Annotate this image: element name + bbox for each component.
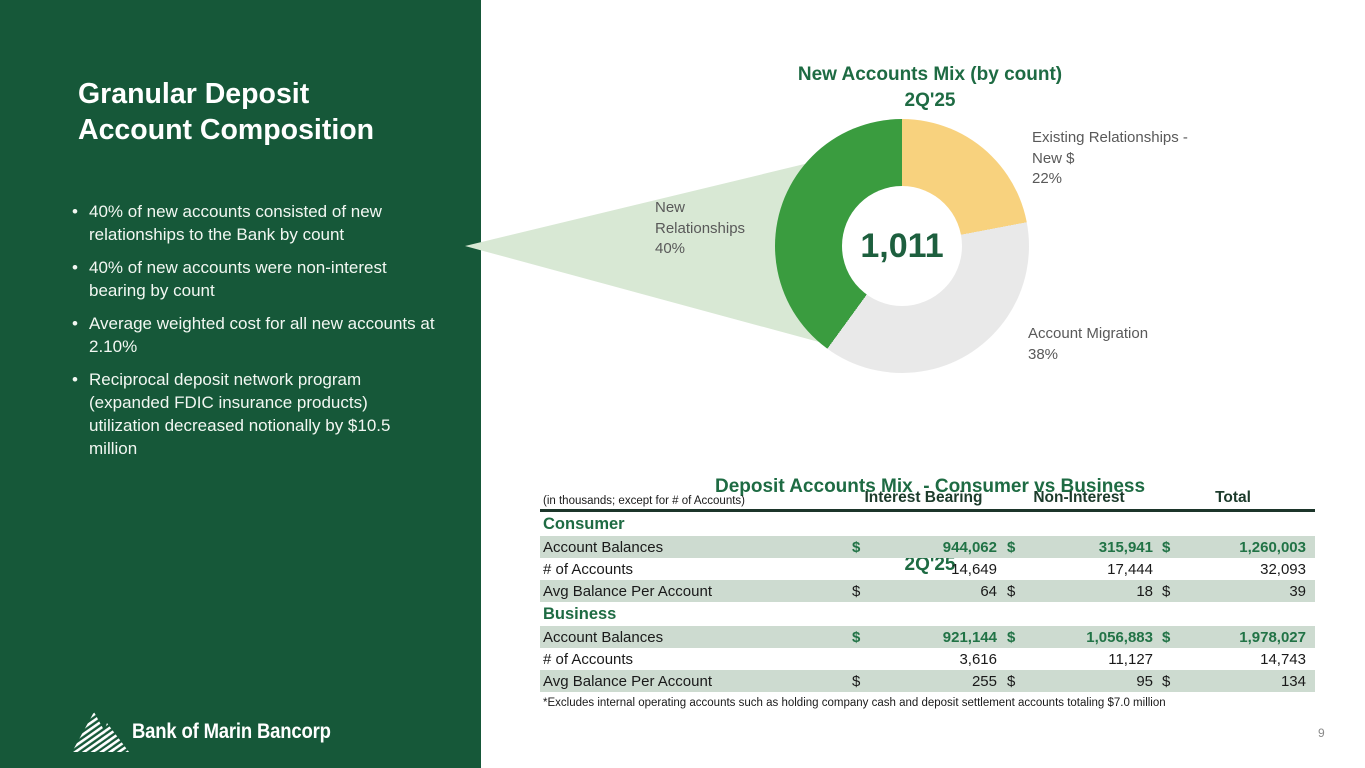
table-footnote: *Excludes internal operating accounts su… [540, 697, 1315, 709]
slice-label-account-migration: Account Migration 38% [1028, 324, 1148, 365]
currency-symbol: $ [848, 539, 860, 556]
bullet-list: 40% of new accounts consisted of new rel… [70, 200, 438, 470]
cell-value: 944,062 [943, 539, 999, 556]
table-header-row: (in thousands; except for # of Accounts)… [540, 487, 1315, 509]
row-label: # of Accounts [540, 651, 848, 668]
table-row-business-avg-balance: Avg Balance Per Account $255 $95 $134 [540, 670, 1315, 692]
page-title-line1: Granular Deposit [78, 76, 428, 112]
table-row-business-account-balances: Account Balances $921,144 $1,056,883 $1,… [540, 626, 1315, 648]
cell-value: 11,127 [1108, 651, 1155, 668]
table-row-consumer-num-accounts: # of Accounts 14,649 17,444 32,093 [540, 558, 1315, 580]
row-label: Account Balances [540, 539, 848, 556]
column-header-non-interest: Non-Interest [1003, 489, 1155, 509]
bullet-item: 40% of new accounts consisted of new rel… [70, 200, 439, 246]
row-label: Avg Balance Per Account [540, 583, 848, 600]
page-title-line2: Account Composition [78, 112, 428, 148]
donut-chart-title: New Accounts Mix (by count) 2Q'25 [560, 62, 1300, 114]
cell-value: 18 [1136, 583, 1155, 600]
currency-symbol: $ [1158, 673, 1170, 690]
cell-value: 1,978,027 [1239, 629, 1308, 646]
cell-value: 1,056,883 [1086, 629, 1155, 646]
slice-label-line: 38% [1028, 345, 1148, 366]
cell-value: 14,649 [951, 561, 999, 578]
donut-chart-title-line2: 2Q'25 [560, 88, 1300, 114]
presentation-slide: Granular Deposit Account Composition 40%… [0, 0, 1365, 768]
company-logo-text: Bank of Marin Bancorp [132, 719, 331, 744]
cell-value: 17,444 [1107, 561, 1155, 578]
row-label: # of Accounts [540, 561, 848, 578]
company-logo: Bank of Marin Bancorp [72, 710, 363, 752]
currency-symbol: $ [1003, 673, 1015, 690]
cell-value: 315,941 [1099, 539, 1155, 556]
bullet-item: 40% of new accounts were non-interest be… [70, 256, 439, 302]
slice-label-existing-relationships: Existing Relationships - New $ 22% [1032, 128, 1188, 190]
currency-symbol: $ [848, 629, 860, 646]
slice-label-new-relationships: New Relationships 40% [655, 198, 745, 260]
cell-value: 255 [972, 673, 999, 690]
section-header-consumer: Consumer [540, 512, 1315, 536]
sidebar-panel: Granular Deposit Account Composition 40%… [0, 0, 481, 768]
row-label: Avg Balance Per Account [540, 673, 848, 690]
cell-value: 32,093 [1260, 561, 1308, 578]
slice-label-line: Existing Relationships - [1032, 128, 1188, 149]
donut-chart-title-line1: New Accounts Mix (by count) [560, 62, 1300, 88]
currency-symbol: $ [848, 583, 860, 600]
currency-symbol: $ [1158, 583, 1170, 600]
column-header-total: Total [1158, 489, 1308, 509]
cell-value: 14,743 [1260, 651, 1308, 668]
donut-center-value: 1,011 [860, 227, 943, 266]
currency-symbol: $ [1003, 629, 1015, 646]
cell-value: 95 [1136, 673, 1155, 690]
slice-label-line: New $ [1032, 149, 1188, 170]
cell-value: 1,260,003 [1239, 539, 1308, 556]
column-header-interest-bearing: Interest Bearing [848, 489, 999, 509]
table-row-consumer-account-balances: Account Balances $944,062 $315,941 $1,26… [540, 536, 1315, 558]
table-row-consumer-avg-balance: Avg Balance Per Account $64 $18 $39 [540, 580, 1315, 602]
table-units-note: (in thousands; except for # of Accounts) [540, 495, 848, 509]
slice-label-line: 22% [1032, 169, 1188, 190]
currency-symbol: $ [848, 673, 860, 690]
slice-label-line: New [655, 198, 745, 219]
bullet-item: Reciprocal deposit network program (expa… [70, 368, 439, 460]
cell-value: 134 [1281, 673, 1308, 690]
page-number: 9 [1318, 726, 1325, 740]
currency-symbol: $ [1158, 539, 1170, 556]
donut-hole: 1,011 [842, 186, 962, 306]
cell-value: 921,144 [943, 629, 999, 646]
row-label: Account Balances [540, 629, 848, 646]
table-row-business-num-accounts: # of Accounts 3,616 11,127 14,743 [540, 648, 1315, 670]
currency-symbol: $ [1003, 583, 1015, 600]
cell-value: 64 [980, 583, 999, 600]
page-title: Granular Deposit Account Composition [78, 76, 428, 148]
cell-value: 3,616 [959, 651, 999, 668]
donut-chart: 1,011 [775, 119, 1029, 373]
mountain-hatch-icon [72, 710, 130, 752]
slice-label-line: 40% [655, 239, 745, 260]
slice-label-line: Relationships [655, 219, 745, 240]
section-header-business: Business [540, 602, 1315, 626]
deposit-accounts-table: (in thousands; except for # of Accounts)… [540, 487, 1315, 709]
slice-label-line: Account Migration [1028, 324, 1148, 345]
cell-value: 39 [1289, 583, 1308, 600]
bullet-item: Average weighted cost for all new accoun… [70, 312, 439, 358]
currency-symbol: $ [1003, 539, 1015, 556]
currency-symbol: $ [1158, 629, 1170, 646]
